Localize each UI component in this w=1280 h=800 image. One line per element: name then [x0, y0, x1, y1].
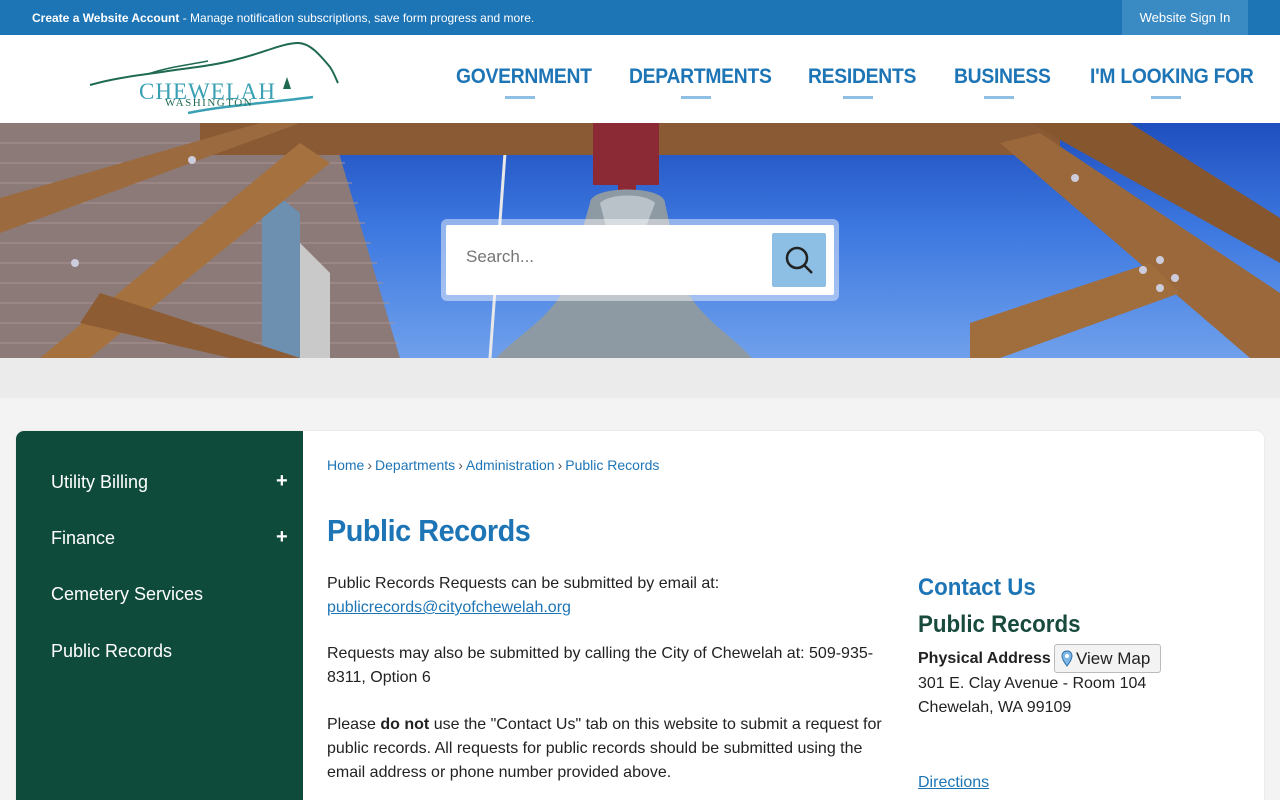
paragraph-email: Public Records Requests can be submitted…	[327, 572, 887, 620]
paragraph-email-text: Public Records Requests can be submitted…	[327, 575, 720, 592]
website-sign-in-button[interactable]: Website Sign In	[1122, 0, 1248, 35]
divider-strip	[0, 358, 1280, 398]
expand-icon[interactable]: +	[276, 470, 288, 493]
search-input[interactable]	[466, 247, 746, 267]
nav-underline	[681, 96, 711, 99]
nav-im-looking-for[interactable]: I'M LOOKING FOR	[1090, 65, 1254, 89]
breadcrumb-separator: ›	[367, 457, 373, 473]
directions-link[interactable]: Directions	[918, 774, 989, 792]
nav-underline	[1151, 96, 1181, 99]
breadcrumb: Home › Departments › Administration › Public R…	[327, 457, 659, 473]
content-card: Utility Billing + Finance + Cemetery Ser…	[16, 431, 1264, 800]
search-box	[446, 225, 834, 295]
account-message: Create a Website Account - Manage notifi…	[32, 11, 534, 25]
nav-underline	[843, 96, 873, 99]
sidebar-item-public-records[interactable]: Public Records	[51, 641, 172, 662]
search-icon	[785, 246, 813, 274]
notice-text-start: Please	[327, 716, 381, 733]
breadcrumb-departments[interactable]: Departments	[375, 457, 455, 473]
view-map-button[interactable]: View Map	[1054, 644, 1162, 673]
nav-business[interactable]: BUSINESS	[954, 65, 1051, 89]
nav-underline	[505, 96, 535, 99]
breadcrumb-home[interactable]: Home	[327, 457, 364, 473]
sidebar-item-cemetery-services[interactable]: Cemetery Services	[51, 584, 203, 605]
map-pin-icon	[1061, 650, 1073, 667]
search-container	[441, 219, 839, 301]
paragraph-phone: Requests may also be submitted by callin…	[327, 645, 874, 686]
hero-banner	[0, 123, 1280, 358]
breadcrumb-public-records[interactable]: Public Records	[565, 457, 659, 473]
physical-address: 301 E. Clay Avenue - Room 104 Chewelah, …	[918, 672, 1146, 720]
logo-subtitle: WASHINGTON	[165, 97, 254, 109]
breadcrumb-separator: ›	[557, 457, 563, 473]
account-message-text: - Manage notification subscriptions, sav…	[179, 11, 535, 25]
notice-emphasis: do not	[380, 716, 430, 733]
paragraph-notice: Please do not use the "Contact Us" tab o…	[327, 713, 887, 785]
sidebar-item-utility-billing[interactable]: Utility Billing	[51, 472, 148, 493]
contact-department: Public Records	[918, 611, 1081, 638]
address-line-1: 301 E. Clay Avenue - Room 104	[918, 675, 1147, 692]
breadcrumb-separator: ›	[458, 457, 463, 473]
nav-residents[interactable]: RESIDENTS	[808, 65, 916, 89]
view-map-label: View Map	[1076, 648, 1151, 668]
nav-departments[interactable]: DEPARTMENTS	[629, 65, 772, 89]
search-button[interactable]	[772, 233, 826, 287]
page-title: Public Records	[327, 513, 531, 548]
email-link[interactable]: publicrecords@cityofchewelah.org	[327, 599, 571, 616]
nav-government[interactable]: GOVERNMENT	[456, 65, 592, 89]
address-line-2: Chewelah, WA 99109	[918, 699, 1072, 716]
breadcrumb-administration[interactable]: Administration	[466, 457, 555, 473]
expand-icon[interactable]: +	[276, 526, 288, 549]
contact-heading: Contact Us	[918, 574, 1036, 601]
sidebar: Utility Billing + Finance + Cemetery Ser…	[16, 431, 303, 800]
address-label: Physical Address	[918, 650, 1051, 667]
top-bar: Create a Website Account - Manage notifi…	[0, 0, 1280, 35]
sidebar-item-finance[interactable]: Finance	[51, 528, 115, 549]
site-header: CHEWELAH WASHINGTON GOVERNMENT DEPARTMEN…	[0, 35, 1280, 123]
create-account-link[interactable]: Create a Website Account	[32, 11, 179, 25]
nav-underline	[984, 96, 1014, 99]
